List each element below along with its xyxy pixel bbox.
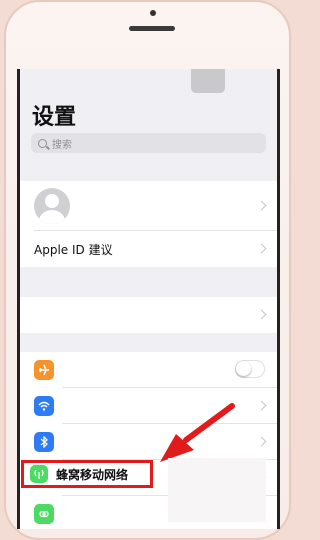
annotation-arrow — [160, 403, 235, 462]
watermark-blur — [168, 458, 266, 522]
